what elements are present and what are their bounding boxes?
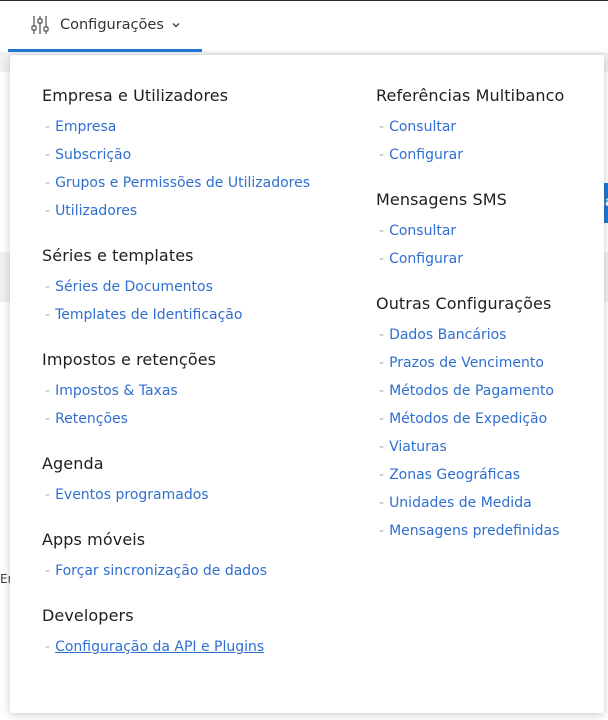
settings-dropdown: Empresa e Utilizadores - Empresa - Subscriçã… — [10, 55, 604, 713]
menu-item-metodos-de-expedicao[interactable]: - Métodos de Expedição — [376, 405, 596, 433]
menu-item-label: Subscrição — [55, 147, 132, 163]
dash-bullet: - — [45, 147, 51, 163]
menu-item-retencoes[interactable]: - Retenções — [42, 405, 362, 433]
menu-item-label: Configurar — [389, 251, 463, 267]
menu-item-subscricao[interactable]: - Subscrição — [42, 141, 362, 169]
menu-item-label: Zonas Geográficas — [389, 467, 521, 483]
menu-item-label: Séries de Documentos — [55, 279, 213, 295]
dash-bullet: - — [379, 523, 385, 539]
dash-bullet: - — [379, 383, 385, 399]
menu-section-series-e-templates: Séries e templates - Séries de Documentos -… — [42, 245, 362, 329]
dash-bullet: - — [45, 119, 51, 135]
menu-item-label: Retenções — [55, 411, 128, 427]
dash-bullet: - — [379, 119, 385, 135]
chevron-down-icon — [172, 23, 180, 28]
menu-item-dados-bancarios[interactable]: - Dados Bancários — [376, 321, 596, 349]
dash-bullet: - — [45, 487, 51, 503]
menu-item-configuracao-da-api-e-plugins[interactable]: - Configuração da API e Plugins — [42, 633, 362, 661]
menu-item-label: Métodos de Expedição — [389, 411, 548, 427]
menu-item-templates-de-identificacao[interactable]: - Templates de Identificação — [42, 301, 362, 329]
menu-item-series-de-documentos[interactable]: - Séries de Documentos — [42, 273, 362, 301]
dash-bullet: - — [379, 467, 385, 483]
menu-section-referencias-multibanco: Referências Multibanco - Consultar - Configu… — [376, 85, 596, 169]
menu-item-label: Consultar — [389, 223, 457, 239]
menu-section-agenda: Agenda - Eventos programados — [42, 453, 362, 509]
dash-bullet: - — [379, 355, 385, 371]
dash-bullet: - — [45, 279, 51, 295]
menu-section-apps-moveis: Apps móveis - Forçar sincronização de dado… — [42, 529, 362, 585]
menu-item-label: Métodos de Pagamento — [389, 383, 554, 399]
menu-item-empresa[interactable]: - Empresa — [42, 113, 362, 141]
menu-item-mensagens-predefinidas[interactable]: - Mensagens predefinidas — [376, 517, 596, 545]
menu-item-label: Configuração da API e Plugins — [55, 639, 265, 655]
dash-bullet: - — [45, 307, 51, 323]
menu-item-label: Configurar — [389, 147, 463, 163]
menu-item-label: Consultar — [389, 119, 457, 135]
menu-item-label: Templates de Identificação — [55, 307, 243, 323]
menu-item-label: Mensagens predefinidas — [389, 523, 560, 539]
menu-item-label: Utilizadores — [55, 203, 138, 219]
dash-bullet: - — [45, 203, 51, 219]
menu-item-forcar-sincronizacao-de-dados[interactable]: - Forçar sincronização de dados — [42, 557, 362, 585]
section-title: Outras Configurações — [376, 294, 552, 313]
section-title: Developers — [42, 606, 134, 625]
dash-bullet: - — [379, 439, 385, 455]
left-column: Empresa e Utilizadores - Empresa - Subscriçã… — [42, 85, 362, 681]
menu-item-consultar[interactable]: - Consultar — [376, 217, 596, 245]
dash-bullet: - — [45, 411, 51, 427]
sliders-icon — [31, 16, 49, 34]
dash-bullet: - — [379, 223, 385, 239]
menu-section-outras-configuracoes: Outras Configurações - Dados Bancários - Pra… — [376, 293, 596, 545]
menu-section-empresa-e-utilizadores: Empresa e Utilizadores - Empresa - Subscriçã… — [42, 85, 362, 225]
section-title: Impostos e retenções — [42, 350, 217, 369]
dash-bullet: - — [379, 251, 385, 267]
menu-section-mensagens-sms: Mensagens SMS - Consultar - Configurar — [376, 189, 596, 273]
section-title: Séries e templates — [42, 246, 194, 265]
menu-item-label: Eventos programados — [55, 487, 209, 503]
menu-item-consultar[interactable]: - Consultar — [376, 113, 596, 141]
menu-item-configurar[interactable]: - Configurar — [376, 245, 596, 273]
menu-item-viaturas[interactable]: - Viaturas — [376, 433, 596, 461]
menu-item-label: Empresa — [55, 119, 117, 135]
menu-item-unidades-de-medida[interactable]: - Unidades de Medida — [376, 489, 596, 517]
dash-bullet: - — [45, 563, 51, 579]
menu-item-label: Dados Bancários — [389, 327, 507, 343]
nav-configuracoes[interactable]: Configurações — [8, 1, 202, 52]
menu-item-label: Unidades de Medida — [389, 495, 532, 511]
dash-bullet: - — [45, 639, 51, 655]
menu-item-label: Grupos e Permissões de Utilizadores — [55, 175, 310, 191]
section-title: Agenda — [42, 454, 104, 473]
dash-bullet: - — [45, 383, 51, 399]
dash-bullet: - — [45, 175, 51, 191]
menu-item-prazos-de-vencimento[interactable]: - Prazos de Vencimento — [376, 349, 596, 377]
menu-section-developers: Developers - Configuração da API e Plugins — [42, 605, 362, 661]
menu-item-impostos-and-taxas[interactable]: - Impostos & Taxas — [42, 377, 362, 405]
menu-item-metodos-de-pagamento[interactable]: - Métodos de Pagamento — [376, 377, 596, 405]
section-title: Apps móveis — [42, 530, 146, 549]
dash-bullet: - — [379, 495, 385, 511]
dash-bullet: - — [379, 147, 385, 163]
menu-item-configurar[interactable]: - Configurar — [376, 141, 596, 169]
menu-item-utilizadores[interactable]: - Utilizadores — [42, 197, 362, 225]
section-title: Mensagens SMS — [376, 190, 507, 209]
menu-item-grupos-e-permissoes-de-utilizadores[interactable]: - Grupos e Permissões de Utilizadores — [42, 169, 362, 197]
section-title: Empresa e Utilizadores — [42, 86, 229, 105]
menu-item-eventos-programados[interactable]: - Eventos programados — [42, 481, 362, 509]
right-column: Referências Multibanco - Consultar - Configu… — [376, 85, 596, 565]
dash-bullet: - — [379, 411, 385, 427]
menu-item-label: Impostos & Taxas — [55, 383, 178, 399]
menu-item-label: Prazos de Vencimento — [389, 355, 544, 371]
section-title: Referências Multibanco — [376, 86, 565, 105]
menu-item-label: Forçar sincronização de dados — [55, 563, 268, 579]
menu-item-zonas-geograficas[interactable]: - Zonas Geográficas — [376, 461, 596, 489]
menu-section-impostos-e-retencoes: Impostos e retenções - Impostos & Taxas - Re… — [42, 349, 362, 433]
nav-label: Configurações — [60, 17, 164, 33]
dash-bullet: - — [379, 327, 385, 343]
menu-item-label: Viaturas — [389, 439, 447, 455]
